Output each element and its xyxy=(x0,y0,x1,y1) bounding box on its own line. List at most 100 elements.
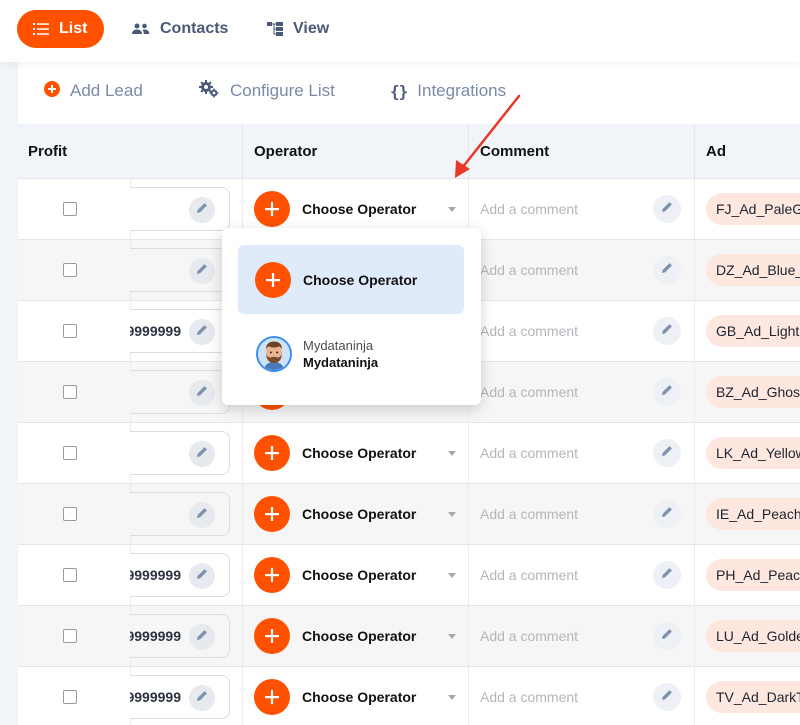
edit-comment-button[interactable] xyxy=(653,622,681,650)
phone-field[interactable]: 99999999 xyxy=(130,675,230,719)
ad-tag[interactable]: PH_Ad_PeachP xyxy=(706,559,800,591)
tab-list[interactable]: List xyxy=(17,10,105,48)
pencil-icon xyxy=(196,567,208,585)
row-checkbox[interactable] xyxy=(63,568,77,582)
caret-down-icon[interactable] xyxy=(448,634,456,639)
column-header-profit[interactable]: Profit xyxy=(28,124,67,179)
edit-phone-button[interactable] xyxy=(189,380,215,406)
comment-input[interactable]: Add a comment xyxy=(480,384,578,400)
phone-field[interactable] xyxy=(130,248,230,292)
pencil-icon xyxy=(196,445,208,463)
edit-comment-button[interactable] xyxy=(653,561,681,589)
phone-field[interactable] xyxy=(130,187,230,231)
caret-down-icon[interactable] xyxy=(448,695,456,700)
add-lead-button[interactable]: Add Lead xyxy=(44,80,143,102)
edit-comment-button[interactable] xyxy=(653,378,681,406)
caret-down-icon[interactable] xyxy=(448,451,456,456)
pencil-icon xyxy=(661,505,673,523)
phone-field[interactable]: 99999999 xyxy=(130,553,230,597)
operator-label: Choose Operator xyxy=(302,201,417,217)
pencil-icon xyxy=(661,444,673,462)
comment-input[interactable]: Add a comment xyxy=(480,689,578,705)
configure-list-label: Configure List xyxy=(230,81,335,100)
operator-select[interactable]: Choose Operator xyxy=(254,191,416,227)
column-header-operator[interactable]: Operator xyxy=(254,124,317,179)
row-checkbox[interactable] xyxy=(63,385,77,399)
phone-value: 99999999 xyxy=(130,567,181,583)
avatar xyxy=(256,336,292,372)
row-checkbox[interactable] xyxy=(63,629,77,643)
ad-tag[interactable]: IE_Ad_PeachPu xyxy=(706,498,800,530)
edit-phone-button[interactable] xyxy=(189,319,215,345)
row-checkbox[interactable] xyxy=(63,690,77,704)
dropdown-option-mydataninja[interactable]: Mydataninja Mydataninja xyxy=(238,324,464,384)
comment-input[interactable]: Add a comment xyxy=(480,628,578,644)
edit-phone-button[interactable] xyxy=(189,624,215,650)
edit-comment-button[interactable] xyxy=(653,317,681,345)
ad-tag[interactable]: GB_Ad_LightSa xyxy=(706,315,800,347)
column-divider xyxy=(694,545,695,606)
comment-input[interactable]: Add a comment xyxy=(480,323,578,339)
edit-comment-button[interactable] xyxy=(653,195,681,223)
column-divider xyxy=(694,240,695,301)
ad-tag[interactable]: BZ_Ad_GhostW xyxy=(706,376,800,408)
caret-down-icon[interactable] xyxy=(448,573,456,578)
comment-input[interactable]: Add a comment xyxy=(480,201,578,217)
edit-phone-button[interactable] xyxy=(189,685,215,711)
gears-icon xyxy=(198,79,220,104)
dropdown-option-label: Mydataninja xyxy=(303,355,379,370)
pencil-icon xyxy=(196,262,208,280)
edit-phone-button[interactable] xyxy=(189,563,215,589)
phone-field[interactable] xyxy=(130,492,230,536)
column-divider xyxy=(694,606,695,667)
dropdown-option-choose-operator[interactable]: Choose Operator xyxy=(238,245,464,314)
ad-tag[interactable]: LK_Ad_Yellow_ xyxy=(706,437,800,469)
phone-field[interactable] xyxy=(130,431,230,475)
tab-contacts[interactable]: Contacts xyxy=(132,10,228,48)
edit-comment-button[interactable] xyxy=(653,439,681,467)
operator-select[interactable]: Choose Operator xyxy=(254,435,416,471)
operator-label: Choose Operator xyxy=(302,445,417,461)
edit-phone-button[interactable] xyxy=(189,197,215,223)
tab-view[interactable]: View xyxy=(267,10,329,48)
phone-value: 9999999 xyxy=(130,323,181,339)
caret-down-icon[interactable] xyxy=(448,512,456,517)
comment-input[interactable]: Add a comment xyxy=(480,262,578,278)
contacts-icon xyxy=(132,23,150,35)
edit-comment-button[interactable] xyxy=(653,683,681,711)
comment-input[interactable]: Add a comment xyxy=(480,445,578,461)
row-checkbox[interactable] xyxy=(63,263,77,277)
configure-list-button[interactable]: Configure List xyxy=(198,79,335,104)
edit-phone-button[interactable] xyxy=(189,258,215,284)
ad-tag[interactable]: DZ_Ad_Blue_n xyxy=(706,254,800,286)
operator-select[interactable]: Choose Operator xyxy=(254,618,416,654)
column-divider xyxy=(694,301,695,362)
operator-select[interactable]: Choose Operator xyxy=(254,679,416,715)
edit-comment-button[interactable] xyxy=(653,256,681,284)
phone-field[interactable]: 9999999 xyxy=(130,309,230,353)
plus-icon xyxy=(254,496,290,532)
phone-field[interactable]: 9999999 xyxy=(130,614,230,658)
plus-icon xyxy=(254,557,290,593)
row-checkbox[interactable] xyxy=(63,202,77,216)
comment-input[interactable]: Add a comment xyxy=(480,567,578,583)
edit-phone-button[interactable] xyxy=(189,441,215,467)
pencil-icon xyxy=(196,384,208,402)
row-checkbox[interactable] xyxy=(63,324,77,338)
phone-field[interactable] xyxy=(130,370,230,414)
operator-select[interactable]: Choose Operator xyxy=(254,496,416,532)
edit-phone-button[interactable] xyxy=(189,502,215,528)
edit-comment-button[interactable] xyxy=(653,500,681,528)
ad-tag[interactable]: LU_Ad_Golden xyxy=(706,620,800,652)
row-checkbox[interactable] xyxy=(63,446,77,460)
ad-tag[interactable]: FJ_Ad_PaleGol xyxy=(706,193,800,225)
comment-input[interactable]: Add a comment xyxy=(480,506,578,522)
column-header-ad[interactable]: Ad xyxy=(706,124,726,179)
ad-tag[interactable]: TV_Ad_DarkTu xyxy=(706,681,800,713)
operator-select[interactable]: Choose Operator xyxy=(254,557,416,593)
caret-down-icon[interactable] xyxy=(448,207,456,212)
column-header-comment[interactable]: Comment xyxy=(480,124,549,179)
integrations-button[interactable]: {} Integrations xyxy=(390,80,506,102)
row-checkbox[interactable] xyxy=(63,507,77,521)
hierarchy-icon xyxy=(267,22,283,36)
